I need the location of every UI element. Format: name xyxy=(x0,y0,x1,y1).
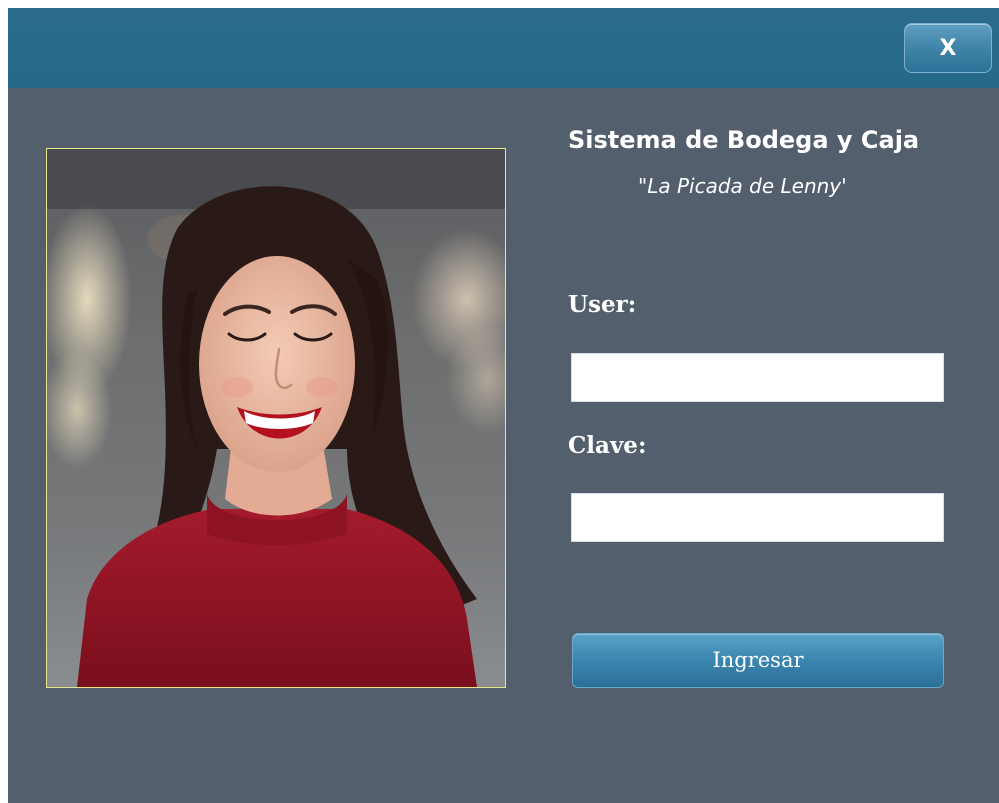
close-icon: X xyxy=(939,36,957,61)
title-bar xyxy=(8,8,999,88)
login-button[interactable]: Ingresar xyxy=(572,633,944,688)
password-label: Clave: xyxy=(568,432,647,459)
password-input[interactable] xyxy=(571,493,944,542)
user-input[interactable] xyxy=(571,353,944,402)
close-button[interactable]: X xyxy=(904,23,992,73)
app-subtitle: "La Picada de Lenny' xyxy=(638,174,847,198)
user-label: User: xyxy=(568,291,637,318)
login-window: X Sistema de Bodega y Caja "La Picada de… xyxy=(8,8,999,803)
app-title: Sistema de Bodega y Caja xyxy=(568,126,920,154)
user-photo xyxy=(46,148,506,688)
